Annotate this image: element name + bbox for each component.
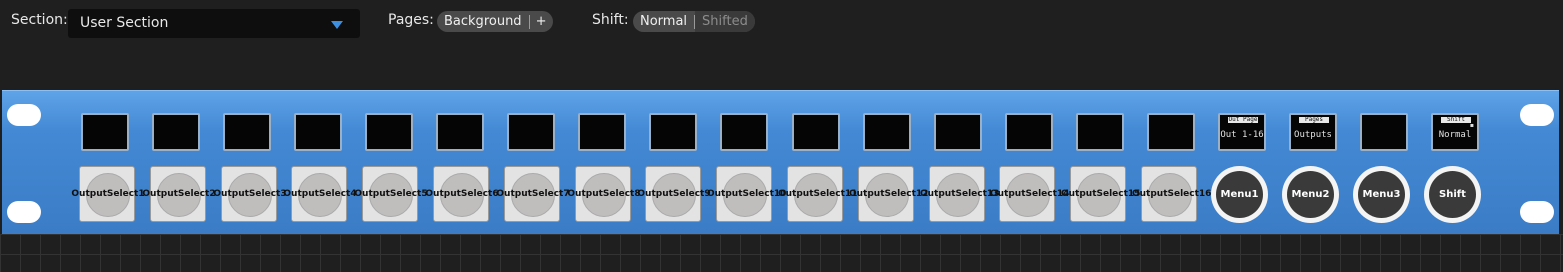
- output-select-button-1[interactable]: OutputSelect1: [71, 166, 145, 222]
- lcd-value: Out 1-16: [1220, 130, 1264, 140]
- button-label: Menu2: [1291, 189, 1330, 200]
- button-label: OutputSelect2: [142, 189, 216, 199]
- pages-selector: Background +: [437, 11, 554, 32]
- lcd-value: Outputs: [1294, 130, 1332, 140]
- shift-toggle: Normal Shifted: [633, 11, 755, 32]
- button-label: Menu1: [1220, 189, 1259, 200]
- shift-button[interactable]: Shift: [1424, 166, 1481, 223]
- output-select-button-16[interactable]: OutputSelect16: [1132, 166, 1211, 222]
- output-select-button-11[interactable]: OutputSelect11: [778, 166, 857, 222]
- menu3-button[interactable]: Menu3: [1353, 166, 1410, 223]
- menu2-button[interactable]: Menu2: [1282, 166, 1339, 223]
- button-label: OutputSelect9: [637, 189, 711, 199]
- lcd-display-15: [1076, 113, 1124, 151]
- output-select-button-3[interactable]: OutputSelect3: [213, 166, 287, 222]
- output-select-button-6[interactable]: OutputSelect6: [425, 166, 499, 222]
- menu1-button[interactable]: Menu1: [1211, 166, 1268, 223]
- output-select-button-15[interactable]: OutputSelect15: [1061, 166, 1140, 222]
- section-dropdown-value: User Section: [80, 15, 169, 31]
- button-label: OutputSelect5: [354, 189, 428, 199]
- shift-shifted-option[interactable]: Shifted: [695, 11, 755, 32]
- button-face: Menu2: [1287, 171, 1334, 218]
- add-page-button[interactable]: +: [530, 11, 554, 32]
- lcd-display-19: [1360, 113, 1408, 151]
- button-label: OutputSelect8: [567, 189, 641, 199]
- button-face: Menu3: [1358, 171, 1405, 218]
- rack-ear-bottom-right: [1520, 201, 1554, 223]
- output-select-button-13[interactable]: OutputSelect13: [920, 166, 999, 222]
- output-select-button-5[interactable]: OutputSelect5: [354, 166, 428, 222]
- button-label: OutputSelect11: [778, 189, 858, 199]
- rack-ear-top-left: [7, 104, 41, 126]
- button-label: OutputSelect10: [707, 189, 787, 199]
- lcd-display-4: [294, 113, 342, 151]
- button-label: OutputSelect7: [496, 189, 570, 199]
- rack-ear-bottom-left: [7, 201, 41, 223]
- lcd-display-14: [1005, 113, 1053, 151]
- lcd-display-13: [934, 113, 982, 151]
- page-tab-background[interactable]: Background: [437, 11, 529, 32]
- lcd-display-8: [578, 113, 626, 151]
- section-label: Section:: [11, 12, 68, 28]
- control-panel: Out Page Out 1-16 Pages Outputs Shift Normal ▪…: [2, 90, 1559, 234]
- button-label: OutputSelect1: [71, 189, 145, 199]
- button-label: OutputSelect15: [1061, 189, 1141, 199]
- shift-normal-option[interactable]: Normal: [633, 11, 694, 32]
- pages-label: Pages:: [388, 12, 434, 28]
- output-select-button-8[interactable]: OutputSelect8: [567, 166, 641, 222]
- lcd-value: Normal: [1438, 130, 1472, 140]
- button-label: OutputSelect16: [1132, 189, 1212, 199]
- lcd-header: Out Page: [1228, 116, 1258, 123]
- lcd-display-18: Pages Outputs: [1289, 113, 1337, 151]
- toolbar: Section: User Section Pages: Background …: [0, 0, 1563, 60]
- section-dropdown[interactable]: User Section: [68, 9, 360, 38]
- button-label: Shift: [1439, 189, 1466, 200]
- lcd-display-10: [720, 113, 768, 151]
- lcd-indicator-icon: ▪: [1469, 122, 1474, 129]
- lcd-display-17: Out Page Out 1-16: [1218, 113, 1266, 151]
- button-face: Menu1: [1216, 171, 1263, 218]
- lcd-display-9: [649, 113, 697, 151]
- button-label: OutputSelect12: [849, 189, 929, 199]
- button-label: OutputSelect3: [213, 189, 287, 199]
- output-select-button-9[interactable]: OutputSelect9: [637, 166, 711, 222]
- lcd-display-2: [152, 113, 200, 151]
- lcd-display-5: [365, 113, 413, 151]
- output-select-button-12[interactable]: OutputSelect12: [849, 166, 928, 222]
- button-face: Shift: [1429, 171, 1476, 218]
- lcd-display-3: [223, 113, 271, 151]
- rack-ear-top-right: [1520, 104, 1554, 126]
- shift-label: Shift:: [592, 12, 629, 28]
- output-select-button-7[interactable]: OutputSelect7: [496, 166, 570, 222]
- output-select-button-2[interactable]: OutputSelect2: [142, 166, 216, 222]
- lcd-header: Shift: [1441, 117, 1471, 123]
- button-label: Menu3: [1362, 189, 1401, 200]
- button-label: OutputSelect14: [990, 189, 1070, 199]
- lcd-display-7: [507, 113, 555, 151]
- output-select-button-10[interactable]: OutputSelect10: [707, 166, 786, 222]
- canvas-grid: [0, 234, 1563, 272]
- output-select-button-14[interactable]: OutputSelect14: [990, 166, 1069, 222]
- lcd-display-20: Shift Normal ▪: [1431, 113, 1479, 151]
- button-label: OutputSelect4: [283, 189, 357, 199]
- lcd-header: Pages: [1299, 117, 1329, 123]
- lcd-display-16: [1147, 113, 1195, 151]
- lcd-display-12: [863, 113, 911, 151]
- lcd-display-1: [81, 113, 129, 151]
- button-label: OutputSelect13: [920, 189, 1000, 199]
- output-select-button-4[interactable]: OutputSelect4: [283, 166, 357, 222]
- lcd-display-6: [436, 113, 484, 151]
- chevron-down-icon[interactable]: [331, 21, 343, 29]
- lcd-display-11: [792, 113, 840, 151]
- button-label: OutputSelect6: [425, 189, 499, 199]
